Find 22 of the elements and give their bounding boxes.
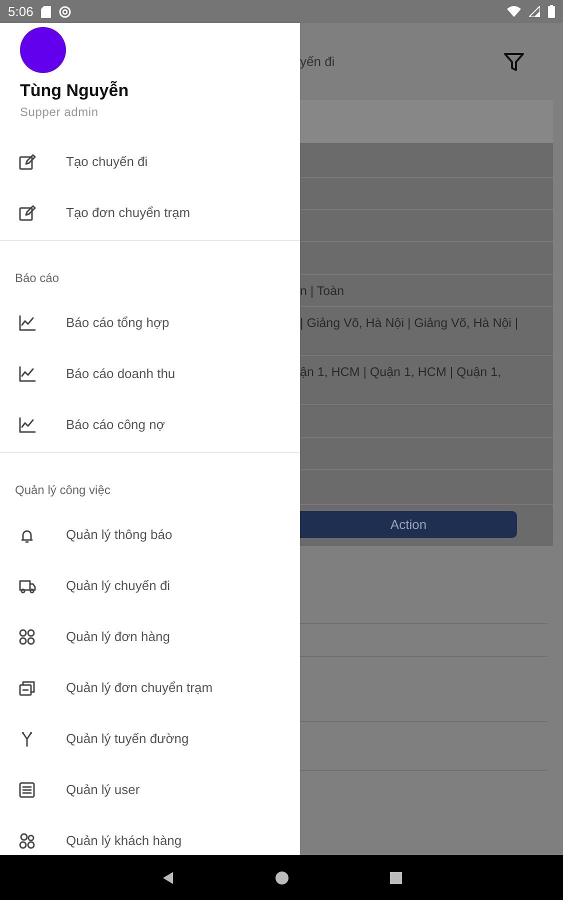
user-name: Tùng Nguyễn [20,81,130,101]
menu-item[interactable]: Quản lý user [66,782,140,797]
table-cell: | Giảng Võ, Hà Nội | Giảng Võ, Hà Nội | [300,316,518,330]
screen-title: yến đi [300,54,335,69]
section-header: Báo cáo [14,270,60,287]
menu-item[interactable]: Quản lý chuyến đi [66,578,170,593]
menu-item[interactable]: Quản lý đơn chuyển trạm [66,680,213,695]
action-button[interactable]: Action [300,511,517,538]
user-role: Supper admin [20,105,100,119]
table-cell: ận 1, HCM | Quận 1, HCM | Quận 1, [300,365,502,379]
menu-item[interactable]: Báo cáo tổng hợp [66,315,170,330]
menu-item[interactable]: Tạo đơn chuyển trạm [66,205,190,220]
menu-item[interactable]: Quản lý tuyến đường [66,731,189,746]
menu-item[interactable]: Tạo chuyến đi [66,154,148,169]
status-time: 5:06 [8,4,34,19]
menu-item[interactable]: Quản lý khách hàng [66,833,182,848]
menu-item[interactable]: Quản lý thông báo [66,527,172,542]
section-header: Quản lý công việc [14,482,112,499]
table-cell: n | Toàn [300,284,344,298]
menu-item[interactable]: Quản lý đơn hàng [66,629,170,644]
menu-item[interactable]: Báo cáo công nợ [66,417,165,432]
menu-item[interactable]: Báo cáo doanh thu [66,366,176,381]
